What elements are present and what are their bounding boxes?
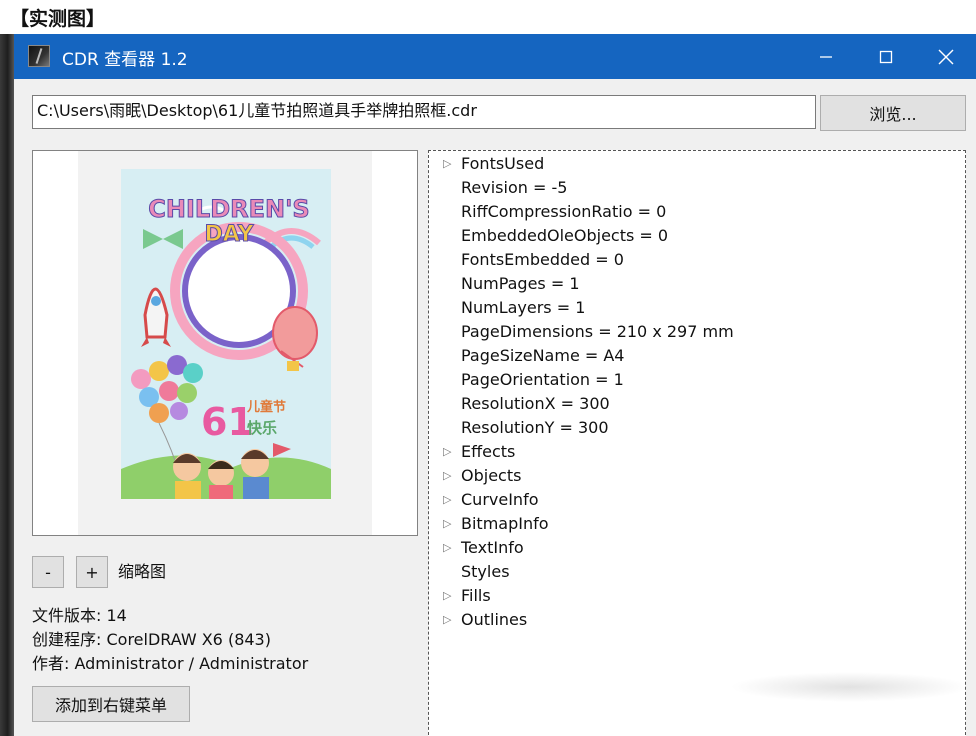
- tree-item[interactable]: ▷ CurveInfo: [429, 488, 959, 512]
- app-icon: [28, 45, 50, 67]
- browse-button[interactable]: 浏览...: [820, 95, 966, 131]
- tree-item-label: Styles: [461, 562, 510, 581]
- tree-item-label: Effects: [461, 442, 516, 461]
- tree-item-label: NumLayers = 1: [461, 298, 586, 317]
- tree-item-label: FontsEmbedded = 0: [461, 250, 624, 269]
- tree-item-label: PageOrientation = 1: [461, 370, 624, 389]
- file-path-input[interactable]: C:\Users\雨眠\Desktop\61儿童节拍照道具手举牌拍照框.cdr: [32, 95, 816, 129]
- poster-image: CHILDREN'S DAY 61 儿童节 快乐: [78, 151, 372, 535]
- tree-item[interactable]: PageOrientation = 1: [429, 368, 959, 392]
- cdr-viewer-window: CDR 查看器 1.2 C:\Users\雨眠\Desktop\61儿童节拍照道…: [14, 34, 976, 736]
- tree-item[interactable]: FontsEmbedded = 0: [429, 248, 959, 272]
- screenshot-caption: 【实测图】: [10, 8, 106, 30]
- minimize-icon: [820, 55, 832, 58]
- title-bar[interactable]: CDR 查看器 1.2: [14, 34, 976, 79]
- tree-item-label: CurveInfo: [461, 490, 539, 509]
- thumbnail-label: 缩略图: [118, 562, 167, 581]
- background-window-edge: [0, 34, 14, 736]
- expand-arrow-icon[interactable]: ▷: [443, 512, 455, 536]
- thumbnail-preview: CHILDREN'S DAY 61 儿童节 快乐: [32, 150, 418, 536]
- tree-item[interactable]: ResolutionX = 300: [429, 392, 959, 416]
- add-context-menu-button[interactable]: 添加到右键菜单: [32, 686, 190, 722]
- author-text: 作者: Administrator / Administrator: [32, 654, 309, 673]
- tree-item-label: TextInfo: [461, 538, 524, 557]
- tree-item-label: ResolutionY = 300: [461, 418, 609, 437]
- tree-item-label: Outlines: [461, 610, 528, 629]
- close-button[interactable]: [916, 34, 976, 79]
- window-title: CDR 查看器 1.2: [62, 50, 188, 70]
- expand-arrow-icon[interactable]: ▷: [443, 464, 455, 488]
- tree-item[interactable]: ▷ Fills: [429, 584, 959, 608]
- tree-item[interactable]: EmbeddedOleObjects = 0: [429, 224, 959, 248]
- tree-item-label: EmbeddedOleObjects = 0: [461, 226, 669, 245]
- zoom-out-button[interactable]: -: [32, 556, 64, 588]
- close-icon: [938, 49, 954, 64]
- tree-item[interactable]: Revision = -5: [429, 176, 959, 200]
- tree-item-label: Objects: [461, 466, 522, 485]
- expand-arrow-icon[interactable]: ▷: [443, 152, 455, 176]
- tree-item-label: BitmapInfo: [461, 514, 549, 533]
- tree-item[interactable]: ▷ TextInfo: [429, 536, 959, 560]
- poster-title: CHILDREN'S: [148, 195, 309, 223]
- blurred-watermark: [730, 672, 970, 702]
- tree-item[interactable]: ResolutionY = 300: [429, 416, 959, 440]
- poster-text-line1: 儿童节: [246, 399, 286, 415]
- poster-subtitle: DAY: [204, 222, 254, 247]
- tree-item[interactable]: Styles: [429, 560, 959, 584]
- tree-item[interactable]: PageDimensions = 210 x 297 mm: [429, 320, 959, 344]
- tree-item-label: PageSizeName = A4: [461, 346, 625, 365]
- tree-item-label: ResolutionX = 300: [461, 394, 610, 413]
- expand-arrow-icon[interactable]: ▷: [443, 608, 455, 632]
- tree-item[interactable]: PageSizeName = A4: [429, 344, 959, 368]
- tree-item-label: Fills: [461, 586, 491, 605]
- tree-item[interactable]: ▷ Objects: [429, 464, 959, 488]
- tree-item-label: FontsUsed: [461, 154, 545, 173]
- creator-text: 创建程序: CorelDRAW X6 (843): [32, 630, 271, 649]
- tree-item[interactable]: RiffCompressionRatio = 0: [429, 200, 959, 224]
- expand-arrow-icon[interactable]: ▷: [443, 488, 455, 512]
- tree-item-label: Revision = -5: [461, 178, 568, 197]
- tree-item-label: RiffCompressionRatio = 0: [461, 202, 667, 221]
- zoom-in-button[interactable]: +: [76, 556, 108, 588]
- tree-item-label: PageDimensions = 210 x 297 mm: [461, 322, 734, 341]
- expand-arrow-icon[interactable]: ▷: [443, 536, 455, 560]
- tree-item[interactable]: NumPages = 1: [429, 272, 959, 296]
- poster-number: 61: [201, 400, 254, 444]
- maximize-button[interactable]: [856, 34, 916, 79]
- expand-arrow-icon[interactable]: ▷: [443, 440, 455, 464]
- maximize-icon: [879, 50, 893, 63]
- tree-item-label: NumPages = 1: [461, 274, 580, 293]
- properties-tree[interactable]: ▷ FontsUsed Revision = -5 RiffCompressionRa…: [428, 150, 966, 736]
- poster-text-line2: 快乐: [247, 419, 277, 437]
- expand-arrow-icon[interactable]: ▷: [443, 584, 455, 608]
- tree-item[interactable]: ▷ FontsUsed: [429, 152, 959, 176]
- tree-item[interactable]: ▷ Outlines: [429, 608, 959, 632]
- tree-item[interactable]: ▷ Effects: [429, 440, 959, 464]
- file-version-text: 文件版本: 14: [32, 606, 127, 625]
- minimize-button[interactable]: [796, 34, 856, 79]
- tree-item[interactable]: ▷ BitmapInfo: [429, 512, 959, 536]
- tree-item[interactable]: NumLayers = 1: [429, 296, 959, 320]
